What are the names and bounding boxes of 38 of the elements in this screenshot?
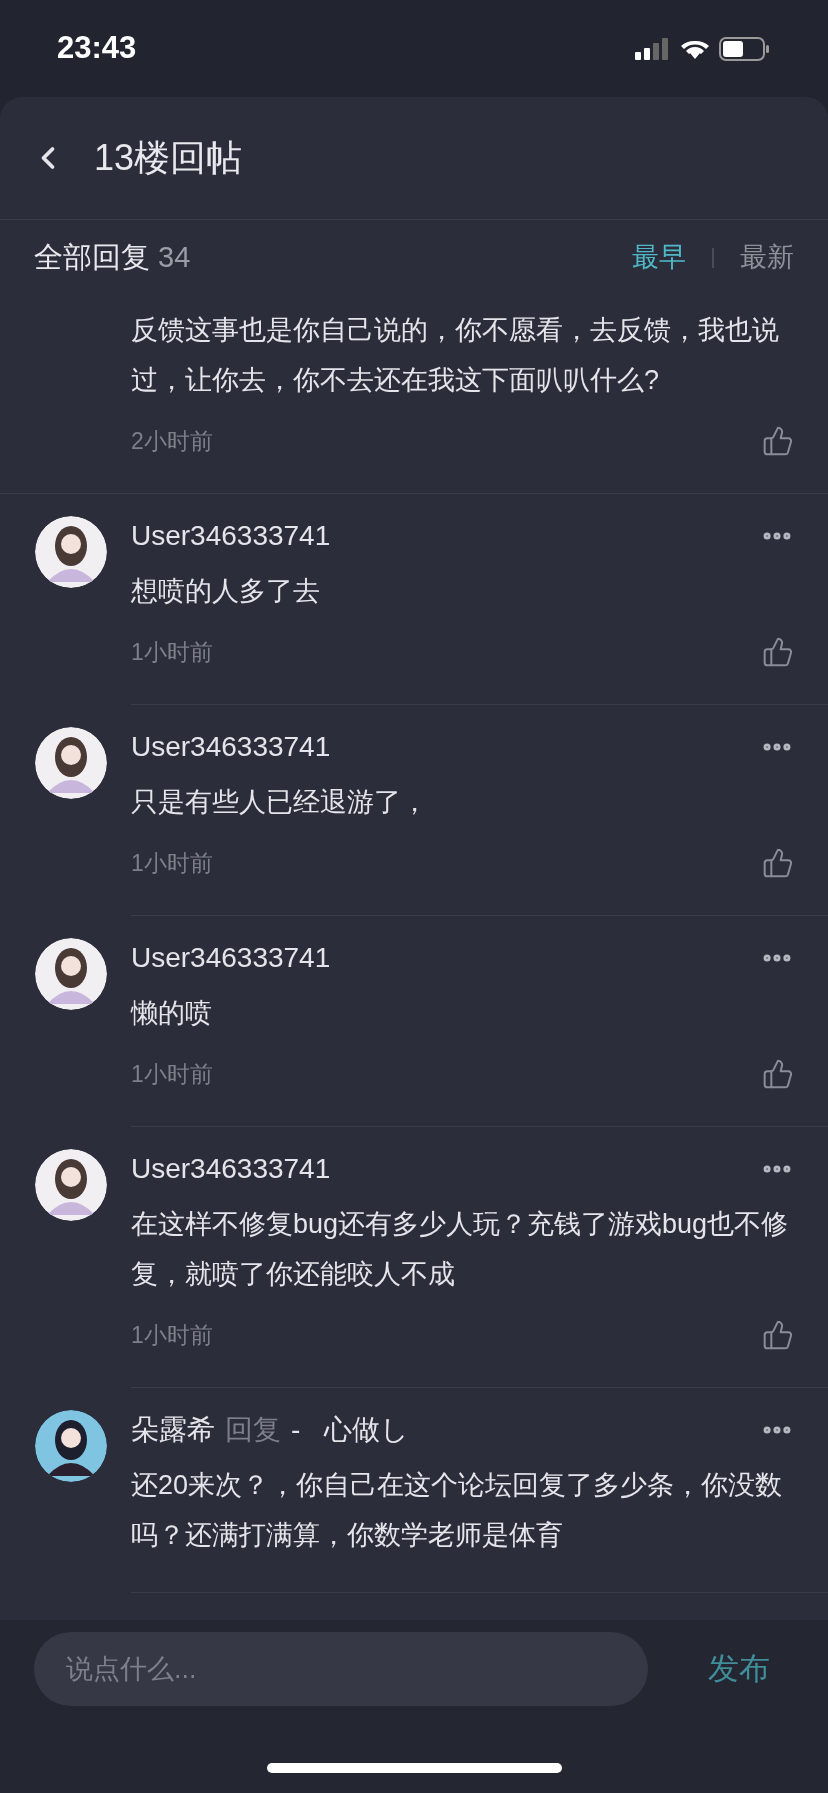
page-title: 13楼回帖 xyxy=(94,136,243,180)
thumbs-up-icon[interactable] xyxy=(762,1058,794,1090)
battery-icon xyxy=(719,36,771,61)
sort-tab[interactable]: 最早 xyxy=(632,237,686,278)
thumbs-up-icon[interactable] xyxy=(762,1319,794,1351)
timestamp: 1小时前 xyxy=(131,637,213,667)
thumbs-up-icon[interactable] xyxy=(762,847,794,879)
avatar xyxy=(35,516,107,588)
username[interactable]: User346333741 xyxy=(131,726,331,768)
status-time: 23:43 xyxy=(57,29,137,68)
thumbs-up-icon[interactable] xyxy=(762,636,794,668)
signal-icon xyxy=(635,37,671,60)
avatar xyxy=(35,1410,107,1482)
thumbs-up-icon[interactable] xyxy=(762,425,794,457)
username[interactable]: User346333741 xyxy=(131,1148,331,1190)
comment-text: 在这样不修复bug还有多少人玩？充钱了游戏bug也不修复，就喷了你还能咬人不成 xyxy=(131,1208,790,1291)
comment-text: 反馈这事也是你自己说的，你不愿看，去反馈，我也说过，让你去，你不去还在我这下面叭叭什么? xyxy=(131,314,780,397)
timestamp: 1小时前 xyxy=(131,848,213,878)
avatar xyxy=(35,727,107,799)
timestamp: 2小时前 xyxy=(131,426,213,456)
comment-input[interactable]: 说点什么... xyxy=(34,1632,648,1706)
timestamp: 1小时前 xyxy=(131,1320,213,1350)
publish-button[interactable]: 发布 xyxy=(708,1645,770,1693)
comment-text: 还20来次？，你自己在这个论坛回复了多少条，你没数吗？还满打满算，你数学老师是体育 xyxy=(131,1469,784,1552)
avatar xyxy=(35,938,107,1010)
avatar xyxy=(35,1149,107,1221)
username[interactable]: User346333741 xyxy=(131,937,331,979)
timestamp: 1小时前 xyxy=(131,1059,213,1089)
reply-label: 回复 xyxy=(225,1413,281,1447)
username[interactable]: 朵露希 xyxy=(131,1409,215,1451)
comment-text: 想喷的人多了去 xyxy=(131,575,321,608)
comment-text: 只是有些人已经退游了， xyxy=(131,786,429,819)
username[interactable]: - 心做し xyxy=(291,1409,409,1451)
username[interactable]: User346333741 xyxy=(131,515,331,557)
section-title: 全部回复 xyxy=(34,239,150,275)
comment-text: 懒的喷 xyxy=(131,997,213,1030)
reply-count: 34 xyxy=(158,239,191,275)
sort-tab[interactable]: 最新 xyxy=(740,237,794,278)
